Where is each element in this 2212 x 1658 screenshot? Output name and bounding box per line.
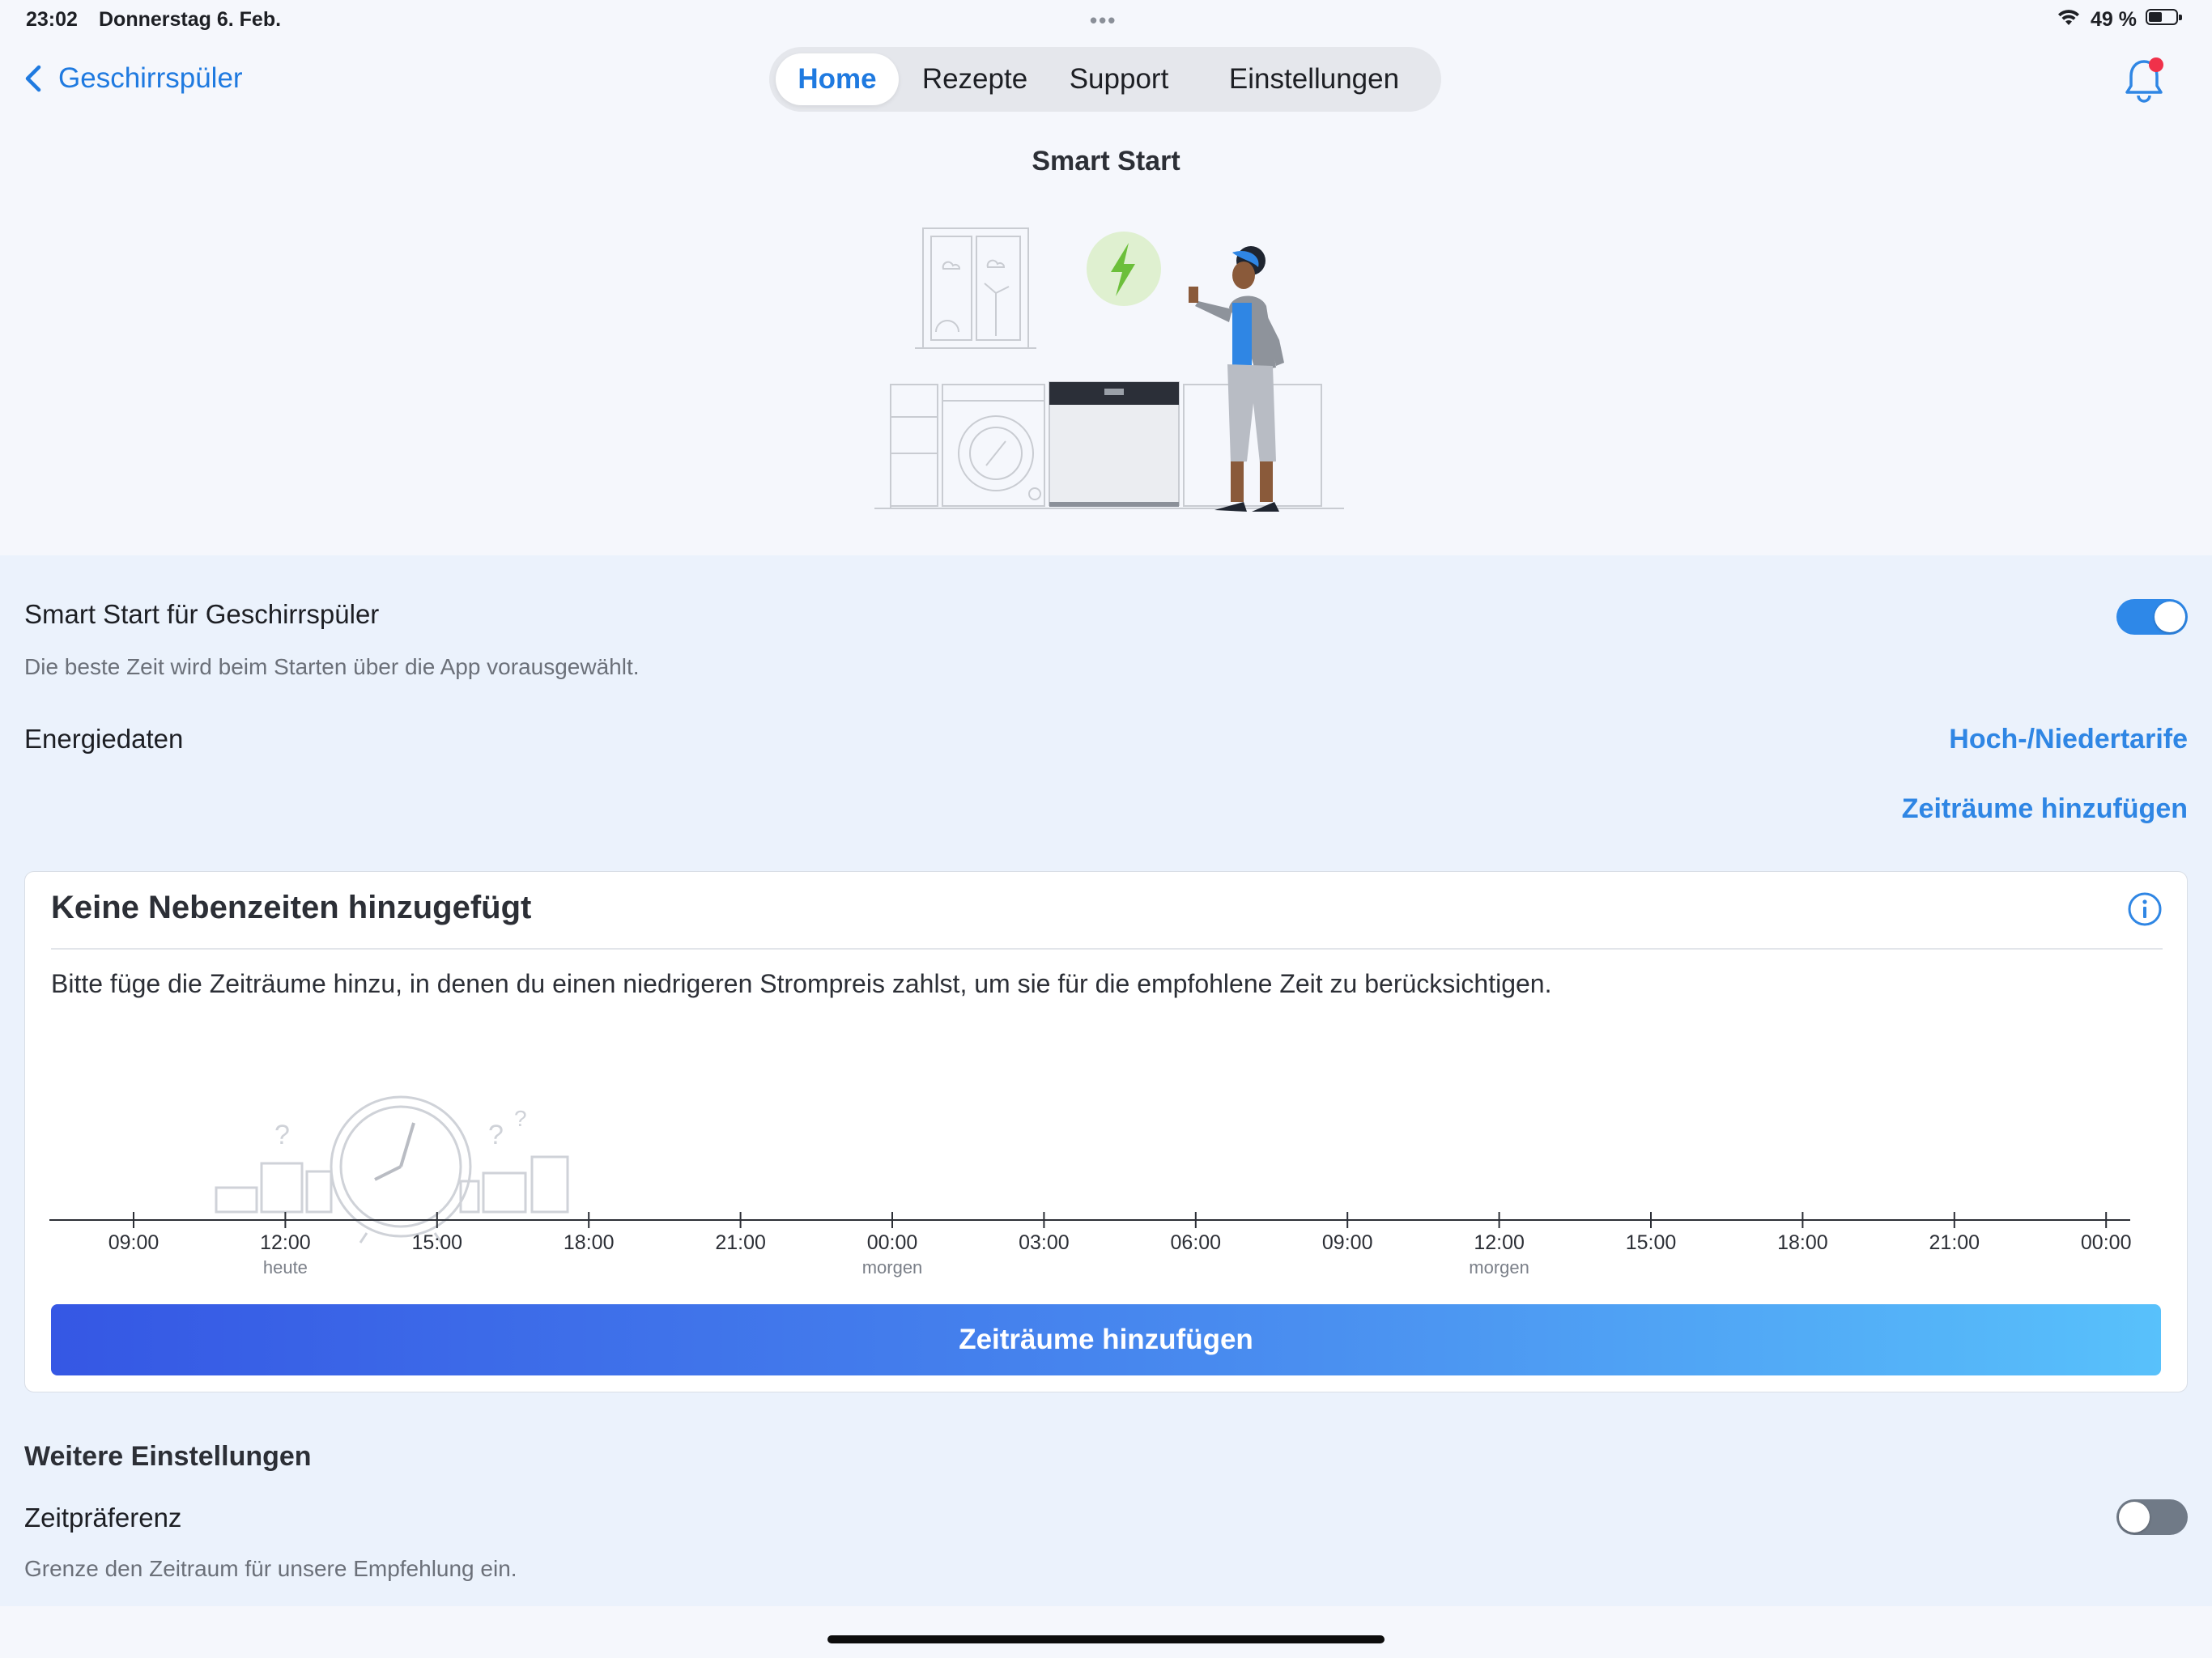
multitask-dots[interactable]: ••• [1090, 8, 1117, 33]
card-title: Keine Nebenzeiten hinzugefügt [51, 890, 532, 925]
timeline-axis: 09:00 12:00 heute 15:00 18:00 21:00 00:00 morge… [49, 1212, 2132, 1278]
info-icon[interactable] [2127, 891, 2163, 927]
time-preference-description: Grenze den Zeitraum für unsere Empfehlun… [24, 1556, 517, 1581]
smart-start-illustration [874, 227, 1344, 512]
card-divider [51, 948, 2163, 950]
add-periods-link[interactable]: Zeiträume hinzufügen [1902, 793, 2188, 825]
status-date: Donnerstag 6. Feb. [99, 8, 282, 31]
time-preference-toggle[interactable] [2116, 1499, 2188, 1535]
timeline-tick-label: 18:00 [1777, 1231, 1828, 1254]
svg-text:?: ? [274, 1120, 290, 1150]
home-indicator[interactable] [827, 1635, 1385, 1643]
off-peak-card: Keine Nebenzeiten hinzugefügt Bitte füge… [24, 871, 2188, 1392]
timeline-tick-label: 03:00 [1019, 1231, 1070, 1254]
back-label: Geschirrspüler [58, 62, 243, 94]
status-time: 23:02 [26, 8, 78, 31]
wifi-icon [2057, 8, 2081, 33]
timeline-tick-label: 21:00 [715, 1231, 766, 1254]
timeline-day-label: heute [263, 1257, 308, 1278]
segmented-tabs: Home Rezepte Support Einstellungen [769, 47, 1441, 112]
battery-icon [2146, 9, 2182, 25]
timeline-tick-label: 12:00 [1474, 1231, 1525, 1254]
status-bar: 23:02 Donnerstag 6. Feb. ••• 49 % [0, 0, 2212, 39]
tab-rezepte[interactable]: Rezepte [908, 53, 1041, 105]
svg-text:?: ? [488, 1120, 504, 1150]
smart-start-label: Smart Start für Geschirrspüler [24, 599, 380, 629]
timeline-tick-label: 09:00 [1322, 1231, 1373, 1254]
svg-text:?: ? [514, 1106, 527, 1131]
timeline-tick-label: 09:00 [108, 1231, 160, 1254]
smart-start-description: Die beste Zeit wird beim Starten über di… [24, 654, 640, 679]
timeline-tick-label: 06:00 [1171, 1231, 1222, 1254]
more-settings-title: Weitere Einstellungen [24, 1441, 312, 1472]
page-title: Smart Start [1032, 146, 1180, 176]
notifications-button[interactable] [2123, 57, 2165, 104]
tab-home[interactable]: Home [776, 53, 899, 105]
timeline-tick-label: 00:00 [2081, 1231, 2132, 1254]
back-button[interactable]: Geschirrspüler [18, 58, 243, 99]
battery-percent: 49 % [2091, 8, 2137, 31]
chevron-left-icon [25, 65, 41, 92]
timeline-tick-label: 00:00 [867, 1231, 918, 1254]
add-periods-button[interactable]: Zeiträume hinzufügen [51, 1304, 2161, 1375]
tab-einstellungen[interactable]: Einstellungen [1197, 53, 1431, 105]
card-description: Bitte füge die Zeiträume hinzu, in denen… [51, 969, 1552, 998]
notification-badge [2149, 57, 2163, 72]
timeline-tick-label: 15:00 [412, 1231, 463, 1254]
timeline-tick-label: 18:00 [564, 1231, 615, 1254]
timeline-day-label: morgen [1469, 1257, 1529, 1278]
energy-data-label: Energiedaten [24, 724, 184, 754]
timeline-tick-label: 15:00 [1626, 1231, 1677, 1254]
tariff-link[interactable]: Hoch-/Niedertarife [1949, 724, 2188, 755]
timeline-tick-label: 21:00 [1929, 1231, 1980, 1254]
tab-support[interactable]: Support [1051, 53, 1187, 105]
timeline-day-label: morgen [862, 1257, 923, 1278]
time-preference-label: Zeitpräferenz [24, 1503, 182, 1533]
smart-start-toggle[interactable] [2116, 599, 2188, 635]
timeline-tick-label: 12:00 [260, 1231, 311, 1254]
